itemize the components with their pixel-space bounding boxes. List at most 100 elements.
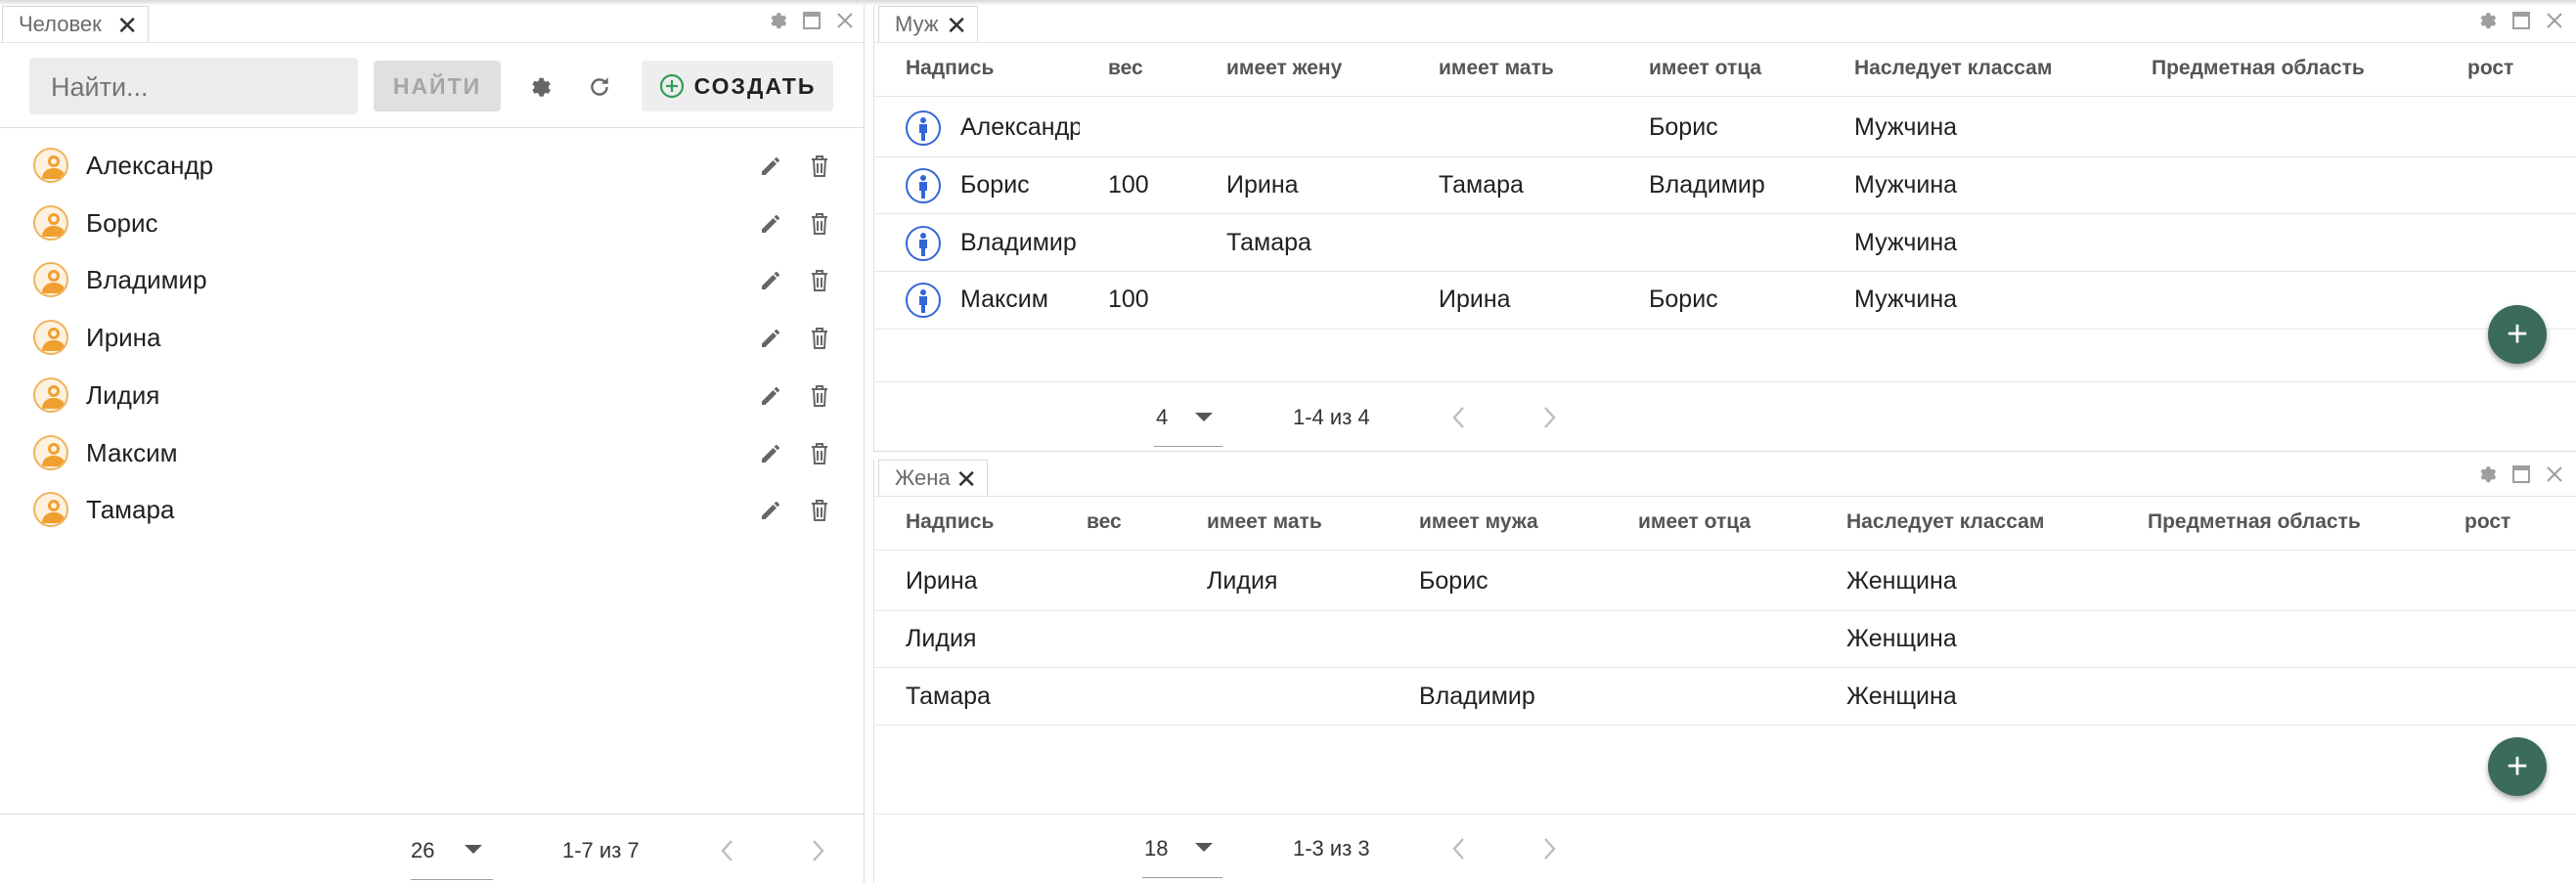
close-icon[interactable] (2545, 11, 2564, 30)
pencil-icon[interactable] (759, 499, 782, 522)
table-row[interactable]: Владимир Тамара Мужчина (874, 214, 2576, 273)
trash-icon[interactable] (808, 154, 831, 179)
search-field[interactable] (29, 58, 358, 114)
refresh-icon[interactable] (587, 74, 612, 100)
trash-icon[interactable] (808, 211, 831, 237)
column-header[interactable]: Наследует классам (1846, 510, 2044, 534)
chevron-down-icon[interactable] (1195, 843, 1213, 852)
column-header[interactable]: Предметная область (2148, 510, 2361, 534)
trash-icon[interactable] (808, 383, 831, 409)
table-row[interactable]: Ирина Лидия Борис Женщина (874, 553, 2576, 611)
column-header[interactable]: Предметная область (2152, 57, 2365, 80)
gear-icon[interactable] (767, 10, 788, 31)
column-header[interactable]: Надпись (906, 57, 994, 80)
husband-panel: Муж ✕ Надпись вес имеет жену имеет мать имее… (873, 6, 2576, 452)
column-header[interactable]: рост (2465, 510, 2510, 534)
close-icon[interactable] (2545, 464, 2564, 484)
column-header[interactable]: Наследует классам (1854, 57, 2052, 80)
trash-icon[interactable] (808, 268, 831, 293)
table-cell: Ирина (906, 567, 978, 596)
list-item[interactable]: Тамара (0, 487, 865, 545)
table-cell: Борис (1649, 113, 1718, 142)
list-item[interactable]: Владимир (0, 257, 865, 315)
pencil-icon[interactable] (759, 327, 782, 350)
toolbar-divider (0, 127, 865, 128)
close-icon[interactable]: ✕ (955, 466, 977, 492)
chevron-right-icon[interactable] (1539, 405, 1559, 430)
pencil-icon[interactable] (759, 155, 782, 178)
column-header[interactable]: рост (2467, 57, 2513, 80)
chevron-right-icon[interactable] (1539, 836, 1559, 861)
pencil-icon[interactable] (759, 212, 782, 236)
column-header[interactable]: вес (1108, 57, 1143, 80)
page-size-underline (1154, 446, 1222, 447)
table-cell: Владимир (1419, 682, 1535, 710)
column-header[interactable]: вес (1087, 510, 1122, 534)
tab-wife[interactable]: Жена ✕ (878, 460, 988, 496)
tab-husband[interactable]: Муж ✕ (878, 6, 978, 42)
column-header[interactable]: имеет мужа (1419, 510, 1538, 534)
list-item[interactable]: Александр (0, 143, 865, 200)
table-cell: Тамара (1226, 228, 1311, 256)
table-row[interactable]: Александр Борис Мужчина (874, 100, 2576, 157)
gear-icon[interactable] (2476, 464, 2498, 485)
maximize-icon[interactable] (2511, 464, 2531, 484)
chevron-left-icon[interactable] (1449, 405, 1469, 430)
table-row[interactable]: Лидия Женщина (874, 611, 2576, 669)
pencil-icon[interactable] (759, 269, 782, 292)
man-figure-icon (906, 110, 941, 147)
man-figure-icon (906, 225, 941, 261)
table-cell: Мужчина (1854, 113, 1958, 142)
header-divider (874, 96, 2576, 97)
chevron-left-icon[interactable] (718, 838, 737, 863)
header-divider (874, 550, 2576, 551)
list-item[interactable]: Борис (0, 200, 865, 258)
list-item[interactable]: Максим (0, 430, 865, 488)
column-header[interactable]: имеет отца (1649, 57, 1761, 80)
trash-icon[interactable] (808, 326, 831, 351)
trash-icon[interactable] (808, 441, 831, 466)
person-tabbar: Человек ✕ (0, 6, 864, 43)
table-row[interactable]: Максим 100 Ирина Борис Мужчина (874, 272, 2576, 330)
search-input[interactable] (49, 67, 346, 107)
tab-husband-label: Муж (895, 12, 939, 36)
create-button[interactable]: СОЗДАТЬ (642, 61, 833, 111)
maximize-icon[interactable] (802, 11, 822, 30)
chevron-down-icon[interactable] (465, 845, 482, 854)
close-icon[interactable]: ✕ (946, 13, 967, 38)
plus-icon: + (2506, 746, 2529, 787)
tab-person[interactable]: Человек ✕ (2, 6, 149, 42)
column-header[interactable]: имеет жену (1226, 57, 1342, 80)
find-button[interactable]: НАЙТИ (374, 61, 501, 111)
gear-icon[interactable] (2476, 10, 2498, 31)
list-item[interactable]: Ирина (0, 315, 865, 373)
table-cell: Мужчина (1854, 228, 1958, 256)
page-size-underline (411, 879, 493, 880)
table-row[interactable]: Тамара Владимир Женщина (874, 668, 2576, 727)
list-item[interactable]: Лидия (0, 373, 865, 430)
add-husband-button[interactable]: + (2488, 305, 2547, 364)
close-icon[interactable] (835, 11, 855, 30)
person-panel: Человек ✕ НАЙТИ СОЗДАТЬ Александр (0, 6, 865, 883)
chevron-left-icon[interactable] (1449, 836, 1469, 861)
pencil-icon[interactable] (759, 442, 782, 465)
pagination-range: 1-4 из 4 (1293, 405, 1370, 429)
column-header[interactable]: имеет мать (1439, 57, 1554, 80)
close-icon[interactable]: ✕ (116, 13, 138, 38)
column-header[interactable]: имеет отца (1638, 510, 1751, 534)
column-header[interactable]: имеет мать (1207, 510, 1322, 534)
table-row[interactable]: Борис 100 Ирина Тамара Владимир Мужчина (874, 157, 2576, 215)
pencil-icon[interactable] (759, 384, 782, 408)
chevron-down-icon[interactable] (1195, 413, 1213, 421)
maximize-icon[interactable] (2511, 11, 2531, 30)
create-button-label: СОЗДАТЬ (693, 72, 817, 99)
person-circle-icon (33, 262, 68, 298)
list-item-label: Тамара (86, 495, 175, 525)
add-wife-button[interactable]: + (2488, 737, 2547, 796)
column-header[interactable]: Надпись (906, 510, 994, 534)
gear-icon[interactable] (527, 74, 553, 100)
chevron-right-icon[interactable] (808, 838, 827, 863)
trash-icon[interactable] (808, 498, 831, 523)
table-cell: Борис (1649, 286, 1718, 314)
list-item-label: Ирина (86, 323, 161, 353)
